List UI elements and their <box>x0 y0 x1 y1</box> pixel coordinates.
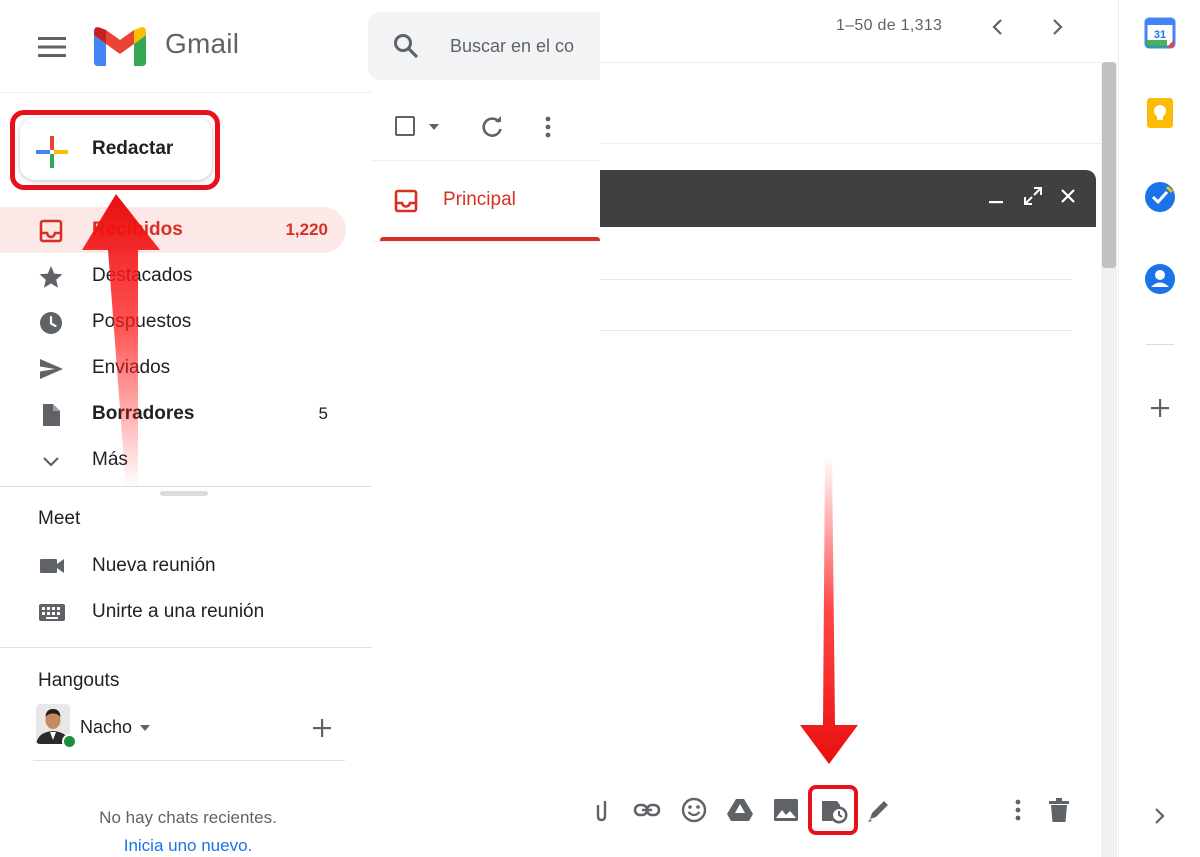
nav-item-drafts[interactable]: Borradores 5 <box>0 391 346 437</box>
calendar-icon[interactable]: 31 <box>1143 16 1177 50</box>
tab-row-divider <box>372 241 600 242</box>
more-vert-icon[interactable] <box>538 113 558 141</box>
nav-label-sent: Enviados <box>92 357 171 378</box>
minimize-icon[interactable] <box>986 186 1008 208</box>
attach-icon[interactable] <box>592 795 622 825</box>
add-chat-icon[interactable] <box>308 714 336 742</box>
select-all-checkbox[interactable] <box>395 116 415 136</box>
nav-item-sent[interactable]: Enviados <box>0 345 346 391</box>
fullscreen-icon[interactable] <box>1021 184 1045 208</box>
section-divider <box>0 647 372 648</box>
start-new-chat-link[interactable]: Inicia uno nuevo. <box>0 836 376 856</box>
link-icon[interactable] <box>632 795 662 825</box>
emoji-icon[interactable] <box>679 795 709 825</box>
clock-icon <box>40 312 62 334</box>
nav-label-starred: Destacados <box>92 265 193 286</box>
join-meeting-item[interactable]: Unirte a una reunión <box>0 589 360 635</box>
image-icon[interactable] <box>771 795 801 825</box>
chevron-left-icon[interactable] <box>985 14 1011 40</box>
star-icon <box>39 266 63 288</box>
hangouts-divider <box>33 760 345 761</box>
draft-icon <box>43 404 60 426</box>
schedule-send-highlight-box <box>808 785 858 835</box>
meet-title: Meet <box>38 508 81 529</box>
caret-down-icon[interactable] <box>140 725 150 731</box>
toolbar-divider <box>372 160 600 161</box>
drafts-count: 5 <box>318 404 328 423</box>
section-divider <box>0 486 372 487</box>
drive-icon[interactable] <box>725 795 755 825</box>
compose-recipients-line[interactable] <box>600 279 1072 280</box>
nav-label-more: Más <box>92 449 128 470</box>
nav-item-inbox[interactable]: Recibidos 1,220 <box>0 207 346 253</box>
no-chats-message: No hay chats recientes. <box>99 808 277 827</box>
new-meeting-item[interactable]: Nueva reunión <box>0 543 360 589</box>
search-icon[interactable] <box>392 32 420 60</box>
compose-highlight-box <box>10 110 220 190</box>
inbox-icon <box>39 219 63 243</box>
signature-icon[interactable] <box>864 795 894 825</box>
resize-handle[interactable] <box>160 491 208 496</box>
main-menu-button[interactable] <box>30 30 74 64</box>
side-panel-divider <box>1146 344 1174 345</box>
primary-tab-icon <box>394 189 418 213</box>
send-icon <box>40 359 63 379</box>
search-input[interactable]: Buscar en el co <box>450 36 600 57</box>
select-caret-icon[interactable] <box>428 123 440 131</box>
close-icon[interactable] <box>1056 184 1080 208</box>
list-divider <box>600 143 1101 144</box>
nav-item-starred[interactable]: Destacados <box>0 253 346 299</box>
gmail-logo-icon[interactable] <box>94 26 146 66</box>
refresh-icon[interactable] <box>478 113 506 141</box>
keyboard-icon <box>39 604 65 621</box>
add-icon[interactable] <box>1143 391 1177 425</box>
delete-icon[interactable] <box>1044 795 1074 825</box>
new-meeting-label: Nueva reunión <box>92 555 216 576</box>
hamburger-icon <box>38 37 66 57</box>
nav-item-more[interactable]: Más <box>0 437 346 483</box>
pagination-range: 1–50 de 1,313 <box>836 17 943 34</box>
tab-principal[interactable]: Principal <box>443 189 516 211</box>
arrow-to-schedule-send <box>800 455 858 764</box>
join-meeting-label: Unirte a una reunión <box>92 601 265 622</box>
online-status-indicator <box>62 734 77 749</box>
nav-label-snoozed: Pospuestos <box>92 311 192 332</box>
nav-label-drafts: Borradores <box>92 403 195 424</box>
list-divider <box>600 62 1101 63</box>
hangouts-title: Hangouts <box>38 670 120 691</box>
video-camera-icon <box>40 559 64 573</box>
chevron-right-icon[interactable] <box>1044 14 1070 40</box>
tasks-icon[interactable] <box>1143 180 1177 214</box>
scrollbar-thumb[interactable] <box>1102 62 1116 268</box>
inbox-count: 1,220 <box>285 220 328 239</box>
hangouts-user-name[interactable]: Nacho <box>80 717 132 738</box>
nav-label-inbox: Recibidos <box>92 219 183 240</box>
header-divider <box>0 92 372 93</box>
contacts-icon[interactable] <box>1143 262 1177 296</box>
chevron-down-icon <box>43 457 59 467</box>
keep-icon[interactable] <box>1143 96 1177 130</box>
more-options-icon[interactable] <box>1003 795 1033 825</box>
compose-subject-line[interactable] <box>600 330 1072 331</box>
calendar-day: 31 <box>1154 29 1166 41</box>
app-name: Gmail <box>165 28 240 59</box>
expand-icon[interactable] <box>1143 799 1177 833</box>
nav-item-snoozed[interactable]: Pospuestos <box>0 299 346 345</box>
